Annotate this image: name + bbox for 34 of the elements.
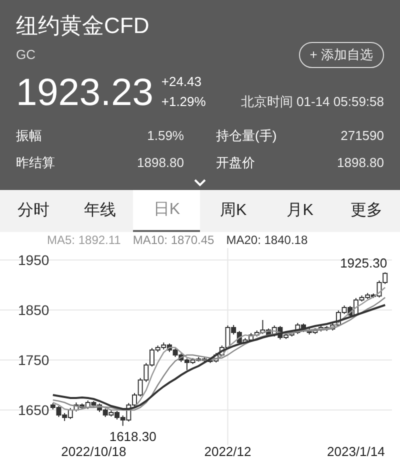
stat-value: 1.59% xyxy=(147,126,184,144)
instrument-code: GC xyxy=(16,46,36,64)
price-annotation: 1618.30 xyxy=(109,428,156,444)
x-axis-label: 2022/10/18 xyxy=(61,444,126,459)
chart-tab[interactable]: 日K xyxy=(133,190,200,232)
stat-value: 1898.80 xyxy=(337,154,384,172)
price-change: +24.43 xyxy=(161,72,202,90)
chart-tab[interactable]: 月K xyxy=(266,190,334,232)
y-axis-label: 1950 xyxy=(18,252,50,268)
stat-label: 振幅 xyxy=(16,126,42,144)
y-axis-label: 1650 xyxy=(18,402,50,418)
chart-tab[interactable]: 年线 xyxy=(66,190,134,232)
x-axis-label: 2022/12 xyxy=(204,444,252,459)
stat-label: 持仓量(手) xyxy=(216,126,277,145)
y-axis-label: 1750 xyxy=(18,352,50,368)
add-watchlist-button[interactable]: + 添加自选 xyxy=(298,42,384,68)
moving-average-legend: MA20: 1840.18 xyxy=(226,232,308,248)
x-axis-label: 2023/1/14 xyxy=(327,444,385,459)
price-change-percent: +1.29% xyxy=(161,92,206,110)
stat-value: 1898.80 xyxy=(137,154,184,172)
stat-label: 开盘价 xyxy=(216,154,255,172)
timestamp: 北京时间 01-14 05:59:58 xyxy=(240,93,384,111)
moving-average-legend: MA10: 1870.45 xyxy=(132,232,214,248)
chart-tab[interactable]: 周K xyxy=(200,190,267,232)
stat-value: 271590 xyxy=(340,126,384,144)
chart-tab[interactable]: 分时 xyxy=(0,190,67,232)
chart-tab[interactable]: 更多 xyxy=(333,190,400,232)
moving-average-legend: MA5: 1892.11 xyxy=(47,232,121,248)
stat-label: 昨结算 xyxy=(16,154,55,172)
instrument-title: 纽约黄金CFD xyxy=(16,12,150,40)
current-price: 1923.23 xyxy=(16,72,154,114)
y-axis-label: 1850 xyxy=(18,302,50,318)
chevron-down-icon[interactable] xyxy=(194,178,206,186)
price-annotation: 1925.30 xyxy=(340,255,388,270)
